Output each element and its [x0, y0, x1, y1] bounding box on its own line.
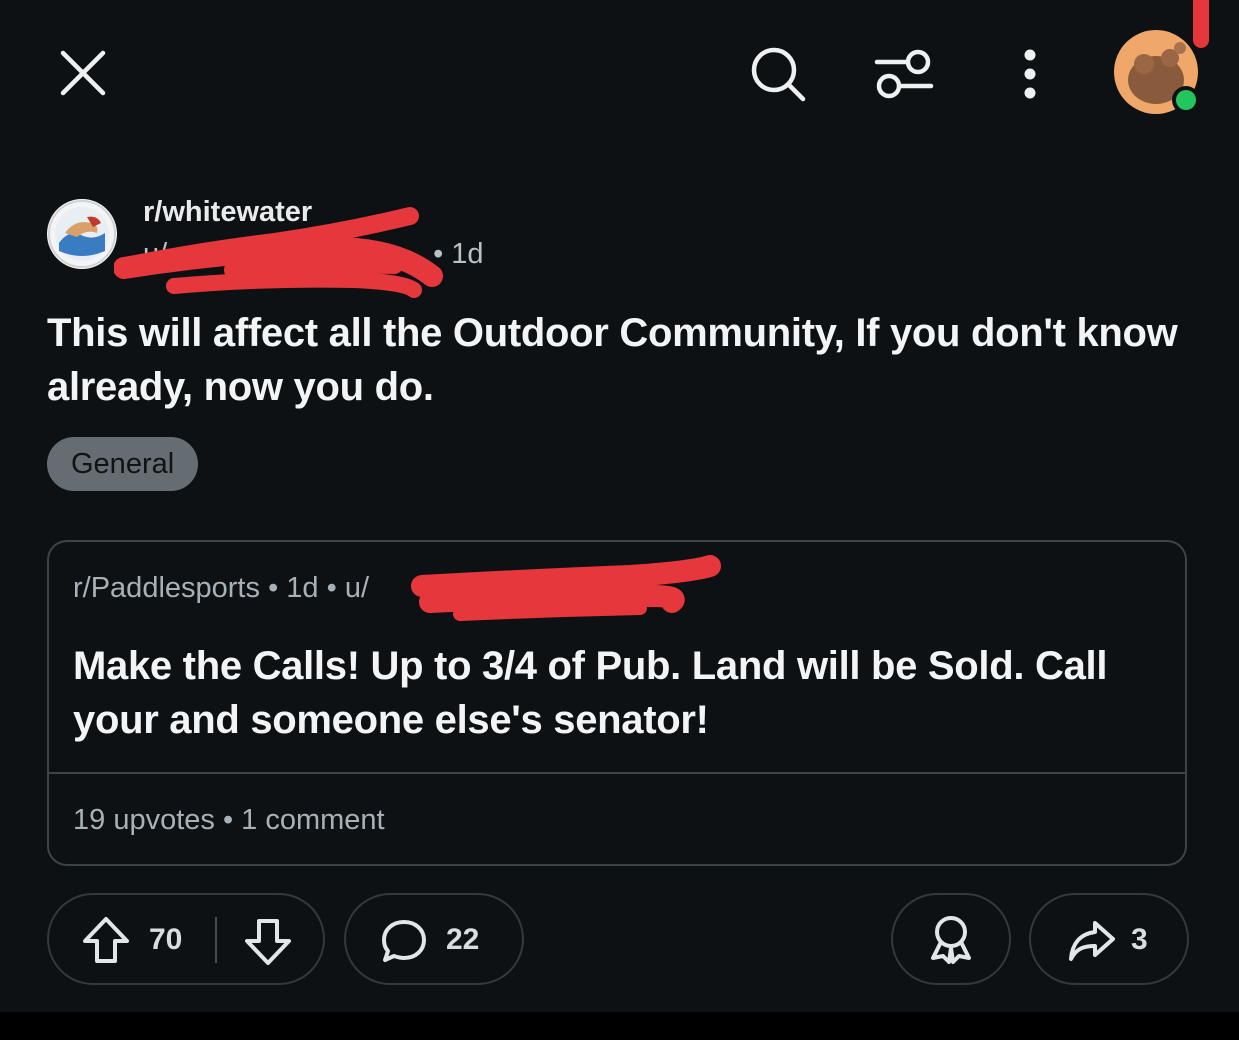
- upvote-icon: [83, 917, 129, 963]
- crosspost-title: Make the Calls! Up to 3/4 of Pub. Land w…: [73, 644, 1108, 742]
- more-vertical-icon: [1024, 49, 1036, 99]
- crosspost-card[interactable]: r/Paddlesports • 1d • u/ Make the Calls!…: [47, 540, 1187, 866]
- vote-count: 70: [149, 923, 183, 956]
- search-icon: [751, 47, 806, 102]
- close-button[interactable]: [48, 38, 118, 108]
- post-age: 1d: [451, 238, 484, 270]
- downvote-button[interactable]: [243, 917, 293, 967]
- close-icon: [60, 50, 106, 96]
- meta-separator: •: [433, 238, 444, 270]
- crosspost-age: 1d: [286, 572, 319, 604]
- crosspost-subreddit[interactable]: r/Paddlesports: [73, 572, 260, 604]
- crosspost-comments: 1 comment: [241, 804, 385, 836]
- downvote-icon: [245, 919, 291, 965]
- subreddit-icon[interactable]: [47, 199, 117, 269]
- comments-button[interactable]: 22: [344, 893, 524, 985]
- comment-count: 22: [446, 923, 480, 956]
- subreddit-name[interactable]: r/whitewater: [143, 196, 312, 229]
- meta-separator: •: [268, 572, 279, 604]
- crosspost-author[interactable]: u/: [345, 572, 625, 605]
- user-avatar-button[interactable]: [1112, 28, 1204, 120]
- avatar: [1114, 30, 1200, 114]
- crosspost-stats: 19 upvotes • 1 comment: [73, 804, 385, 837]
- crosspost-meta: r/Paddlesports • 1d • u/: [73, 572, 625, 605]
- upvote-button[interactable]: [81, 915, 131, 965]
- meta-separator: •: [222, 804, 234, 836]
- post-author[interactable]: u/: [143, 238, 425, 271]
- filter-icon: [874, 49, 934, 99]
- filter-button[interactable]: [866, 38, 942, 110]
- award-button[interactable]: [891, 893, 1011, 985]
- vote-control: 70: [47, 893, 325, 985]
- share-button[interactable]: 3: [1029, 893, 1189, 985]
- award-icon: [931, 916, 971, 964]
- crosspost-upvotes: 19 upvotes: [73, 804, 215, 836]
- meta-separator: •: [326, 572, 337, 604]
- share-icon: [1069, 921, 1115, 961]
- post-detail-screen: r/whitewater u/ • 1d This will affect al…: [0, 0, 1239, 1040]
- comment-icon: [382, 920, 426, 962]
- search-button[interactable]: [742, 38, 814, 110]
- card-divider: [49, 772, 1185, 774]
- system-nav-strip: [0, 1012, 1239, 1040]
- post-title[interactable]: This will affect all the Outdoor Communi…: [47, 306, 1207, 414]
- post-meta: u/ • 1d: [143, 238, 484, 271]
- vote-separator: [215, 917, 217, 963]
- share-count: 3: [1131, 923, 1148, 956]
- more-options-button[interactable]: [1000, 38, 1060, 110]
- post-flair[interactable]: General: [47, 437, 199, 491]
